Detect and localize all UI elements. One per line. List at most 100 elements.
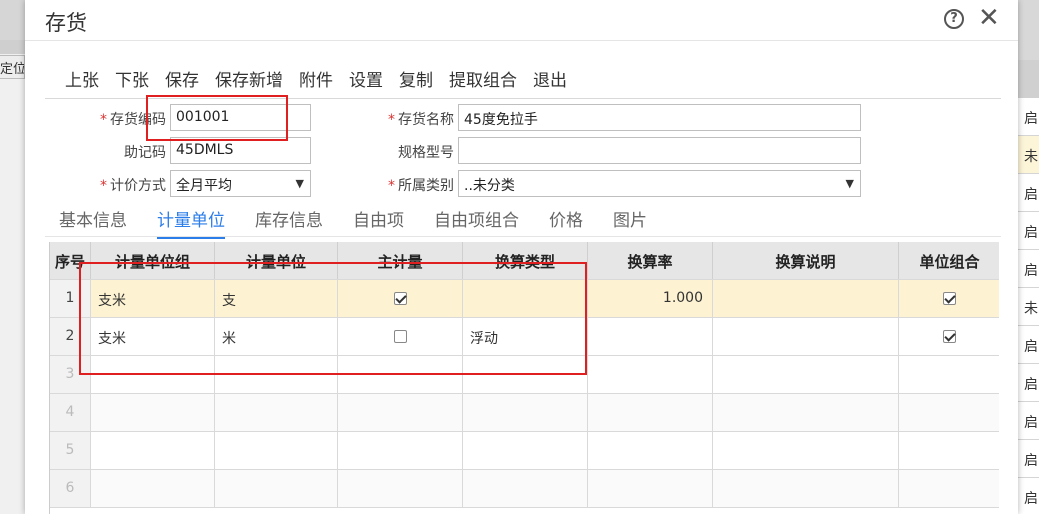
tab-free-items[interactable]: 自由项 [353,206,404,239]
empty-cell[interactable] [713,356,899,393]
empty-cell[interactable] [463,470,588,507]
copy-button[interactable]: 复制 [399,66,433,91]
cell-unit-combo[interactable] [899,280,999,317]
empty-cell[interactable] [91,470,215,507]
header-unit-combo[interactable]: 单位组合 [899,242,999,279]
cell-conv-type[interactable]: 浮动 [463,318,588,355]
row-seq: 6 [50,470,91,507]
cell-unit[interactable]: 米 [215,318,338,355]
header-unit-group[interactable]: 计量单位组 [91,242,215,279]
empty-cell[interactable] [588,432,713,469]
empty-cell[interactable] [463,394,588,431]
unit-combo-checkbox[interactable] [943,291,956,305]
header-unit[interactable]: 计量单位 [215,242,338,279]
pricing-select[interactable]: 全月平均 ▼ [170,170,311,197]
cell-conv-note[interactable] [713,280,899,317]
cell-conv-note[interactable] [713,318,899,355]
name-input[interactable]: 45度免拉手 [458,104,861,131]
empty-cell[interactable] [215,470,338,507]
cell-conv-rate[interactable]: 1.000 [588,280,713,317]
row-seq: 1 [50,280,91,317]
empty-cell[interactable] [713,432,899,469]
category-label: * 所属类别 [388,178,454,194]
empty-cell[interactable] [713,470,899,507]
empty-cell[interactable] [215,432,338,469]
background-status-cell: 启 [1018,440,1039,478]
tab-image[interactable]: 图片 [613,206,647,239]
tab-price[interactable]: 价格 [549,206,583,239]
cell-unit-group[interactable]: 支米 [91,318,215,355]
cell-main-unit[interactable] [338,318,463,355]
empty-cell[interactable] [463,356,588,393]
spec-input[interactable] [458,137,861,164]
next-record-button[interactable]: 下张 [115,66,149,91]
header-conv-rate[interactable]: 换算率 [588,242,713,279]
cell-main-unit[interactable] [338,280,463,317]
empty-cell[interactable] [215,394,338,431]
exit-button[interactable]: 退出 [533,66,567,91]
empty-cell[interactable] [215,356,338,393]
empty-cell[interactable] [338,394,463,431]
empty-cell[interactable] [338,432,463,469]
main-unit-checkbox[interactable] [393,291,407,305]
code-input[interactable]: 001001 [170,104,311,131]
empty-cell[interactable] [463,432,588,469]
tab-stock-info[interactable]: 库存信息 [255,206,323,239]
background-status-cell: 启 [1018,478,1039,514]
empty-cell[interactable] [588,356,713,393]
save-button[interactable]: 保存 [165,66,199,91]
main-unit-checkbox[interactable] [393,329,407,343]
table-row[interactable]: 5 [50,432,999,470]
table-row[interactable]: 3 [50,356,999,394]
background-status-cell: 启 [1018,250,1039,288]
name-label: * 存货名称 [388,112,454,128]
extract-combo-button[interactable]: 提取组合 [449,66,517,91]
tab-divider [45,236,1001,237]
toolbar: 上张 下张 保存 保存新增 附件 设置 复制 提取组合 退出 [65,66,583,91]
background-status-cell: 启 [1018,174,1039,212]
header-conv-type[interactable]: 换算类型 [463,242,588,279]
table-row[interactable]: 2 支米 米 浮动 [50,318,999,356]
table-row[interactable]: 1 支米 支 1.000 [50,280,999,318]
cell-conv-type[interactable] [463,280,588,317]
settings-button[interactable]: 设置 [349,66,383,91]
tab-free-item-combo[interactable]: 自由项组合 [434,206,519,239]
empty-cell[interactable] [588,394,713,431]
empty-cell[interactable] [713,394,899,431]
tab-bar: 基本信息 计量单位 库存信息 自由项 自由项组合 价格 图片 [59,206,677,239]
tab-basic-info[interactable]: 基本信息 [59,206,127,239]
table-row[interactable]: 4 [50,394,999,432]
category-select[interactable]: ..未分类 ▼ [458,170,861,197]
help-icon[interactable]: ? [944,9,964,29]
empty-cell[interactable] [91,432,215,469]
cell-conv-rate[interactable] [588,318,713,355]
header-seq[interactable]: 序号 [50,242,91,279]
prev-record-button[interactable]: 上张 [65,66,99,91]
cell-unit-group[interactable]: 支米 [91,280,215,317]
mnemonic-input[interactable]: 45DMLS [170,137,311,164]
empty-cell[interactable] [338,470,463,507]
title-divider [25,40,1018,41]
background-tab-locate[interactable]: 定位 [0,55,25,79]
attachment-button[interactable]: 附件 [299,66,333,91]
cell-unit[interactable]: 支 [215,280,338,317]
background-status-cell: 启 [1018,326,1039,364]
spec-label: 规格型号 [398,145,454,161]
header-main-unit[interactable]: 主计量 [338,242,463,279]
background-status-cell: 启 [1018,98,1039,136]
save-and-new-button[interactable]: 保存新增 [215,66,283,91]
cell-unit-combo[interactable] [899,318,999,355]
empty-cell[interactable] [91,394,215,431]
chevron-down-icon: ▼ [295,177,304,190]
unit-combo-checkbox[interactable] [943,329,956,343]
unit-grid: 序号 计量单位组 计量单位 主计量 换算类型 换算率 换算说明 单位组合 1 支… [49,242,999,514]
row-seq: 4 [50,394,91,431]
empty-cell[interactable] [338,356,463,393]
empty-cell[interactable] [588,470,713,507]
background-status-cell: 未 [1018,288,1039,326]
header-conv-note[interactable]: 换算说明 [713,242,899,279]
empty-cell[interactable] [91,356,215,393]
table-row[interactable]: 6 [50,470,999,508]
tab-measure-unit[interactable]: 计量单位 [157,206,225,239]
close-icon[interactable]: ✕ [978,3,1000,33]
